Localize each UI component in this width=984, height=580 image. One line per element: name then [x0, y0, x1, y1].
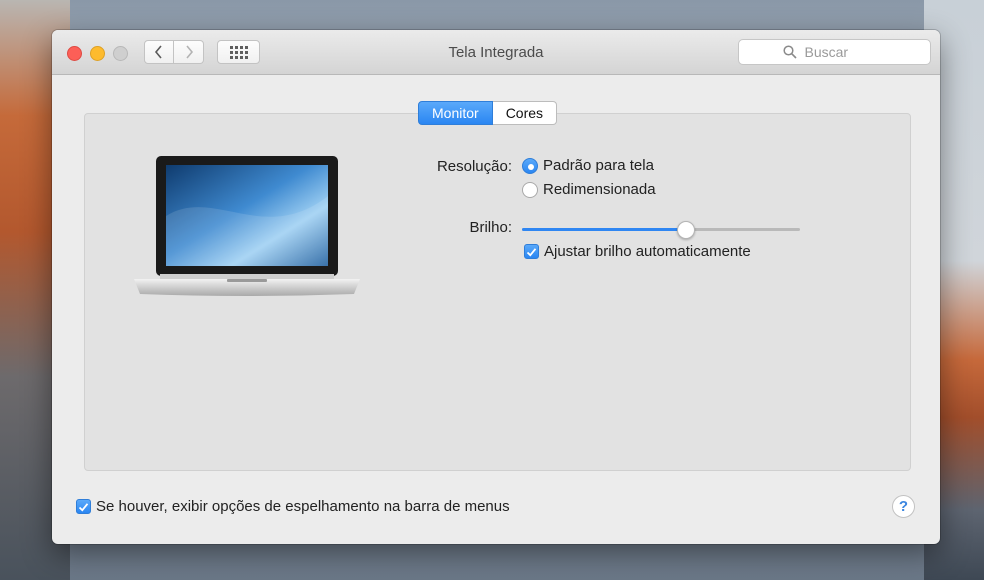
- brightness-slider[interactable]: [522, 220, 800, 240]
- brightness-label: Brilho:: [469, 219, 512, 236]
- auto-brightness-checkbox[interactable]: [524, 244, 539, 259]
- auto-brightness-label: Ajustar brilho automaticamente: [544, 243, 751, 260]
- search-icon: [782, 45, 797, 59]
- slider-thumb[interactable]: [677, 221, 696, 239]
- help-button[interactable]: ?: [892, 495, 915, 518]
- search-input[interactable]: [802, 43, 887, 61]
- radio-scaled[interactable]: [522, 181, 538, 198]
- resolution-option-scaled[interactable]: Redimensionada: [522, 181, 656, 198]
- macbook-illustration: [134, 156, 360, 296]
- mirroring-label: Se houver, exibir opções de espelhamento…: [96, 498, 510, 515]
- tab-bar: Monitor Cores: [418, 101, 558, 125]
- radio-default[interactable]: [522, 157, 538, 174]
- auto-brightness-option[interactable]: Ajustar brilho automaticamente: [524, 243, 751, 260]
- resolution-option-scaled-label: Redimensionada: [543, 181, 656, 198]
- resolution-label: Resolução:: [436, 158, 512, 175]
- checkmark-icon: [78, 502, 89, 512]
- mirroring-option[interactable]: Se houver, exibir opções de espelhamento…: [76, 498, 510, 515]
- resolution-option-default[interactable]: Padrão para tela: [522, 157, 654, 174]
- title-bar: Tela Integrada: [52, 30, 940, 75]
- preferences-window: Tela Integrada Monitor Cores: [52, 30, 940, 544]
- tab-monitor[interactable]: Monitor: [418, 101, 493, 125]
- mirroring-checkbox[interactable]: [76, 499, 91, 514]
- resolution-option-default-label: Padrão para tela: [543, 157, 654, 174]
- tab-cores[interactable]: Cores: [492, 101, 558, 125]
- slider-fill: [522, 228, 687, 231]
- checkmark-icon: [526, 247, 537, 257]
- search-field[interactable]: [738, 39, 931, 65]
